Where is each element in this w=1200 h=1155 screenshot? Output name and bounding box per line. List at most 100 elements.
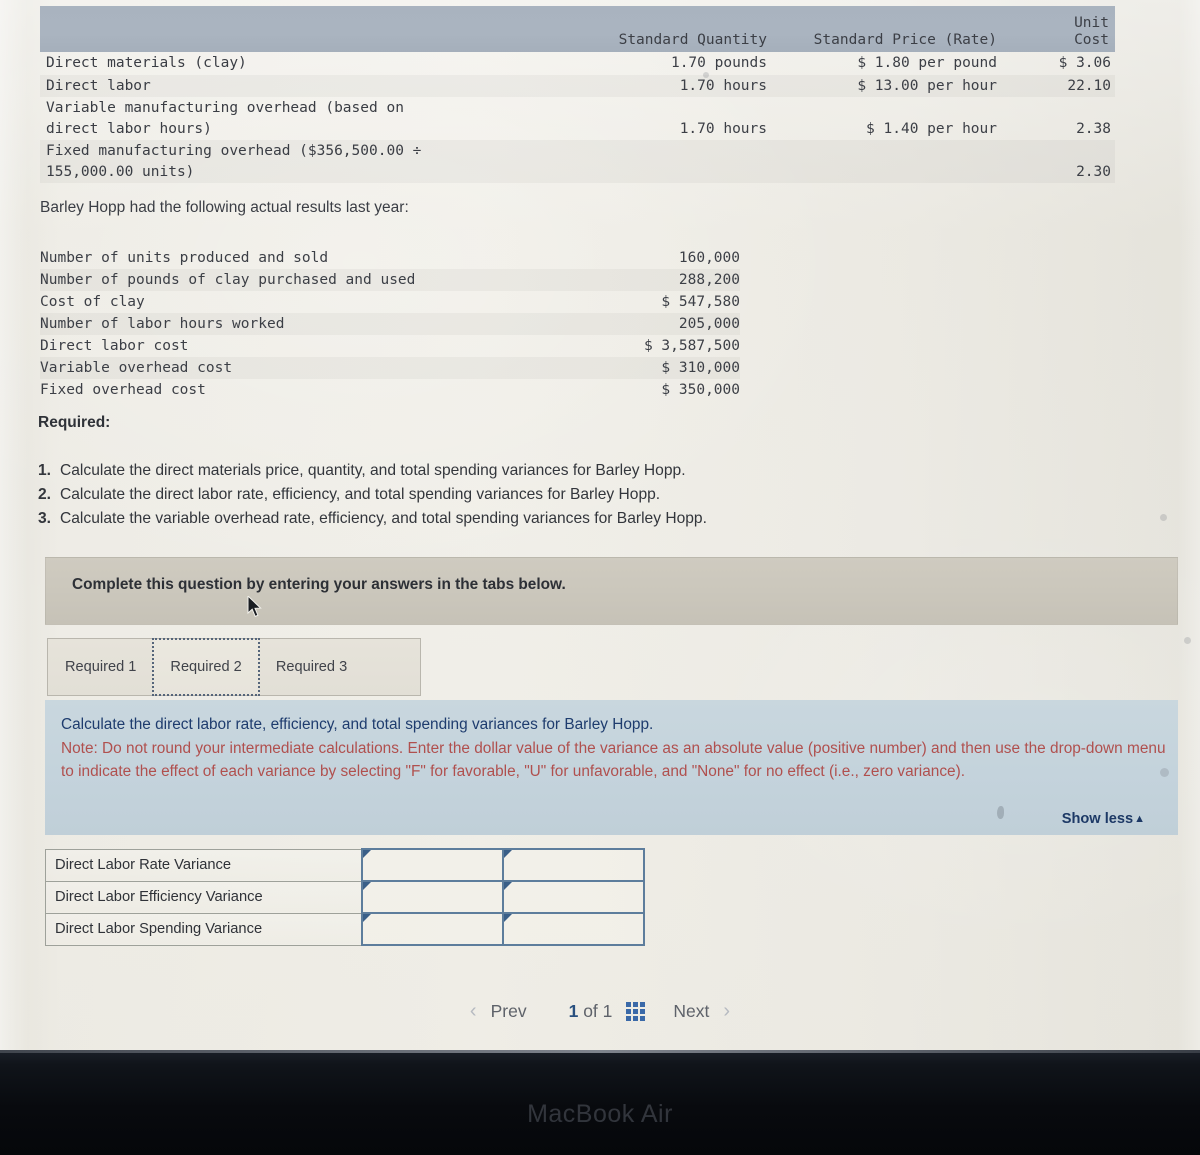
- chevron-right-icon[interactable]: ›: [715, 1000, 738, 1023]
- question-prompt: Calculate the direct labor rate, efficie…: [61, 716, 654, 733]
- row-rate: $ 1.80 per pound: [857, 55, 997, 71]
- row-quantity: [583, 140, 773, 183]
- chevron-left-icon[interactable]: ‹: [462, 1000, 485, 1023]
- row-label: Fixed overhead cost: [40, 382, 206, 398]
- row-label: Number of units produced and sold: [40, 250, 329, 266]
- row-unit-cost: $ 3.06: [1058, 55, 1111, 71]
- row-label: Number of labor hours worked: [40, 313, 550, 335]
- col-header-blank: [40, 6, 583, 52]
- prev-button[interactable]: Prev: [485, 1001, 533, 1022]
- tab-required-3[interactable]: Required 3: [259, 639, 364, 695]
- row-label: Direct materials (clay): [46, 55, 247, 71]
- row-label: Number of pounds of clay purchased and u…: [40, 269, 550, 291]
- item-number: 1.: [38, 462, 52, 479]
- question-note: Note: Do not round your intermediate cal…: [61, 740, 1166, 780]
- instruction-banner-text: Complete this question by entering your …: [72, 576, 566, 593]
- next-button[interactable]: Next: [667, 1001, 715, 1022]
- table-row: Fixed manufacturing overhead ($356,500.0…: [40, 140, 1115, 183]
- instruction-banner: Complete this question by entering your …: [45, 557, 1178, 625]
- list-item: Fixed overhead cost $ 350,000: [40, 379, 740, 401]
- table-row: Variable manufacturing overhead (based o…: [40, 97, 1115, 140]
- tab-label: Required 3: [275, 659, 348, 675]
- variance-effect-select[interactable]: [502, 880, 645, 914]
- row-label: Variable overhead cost: [40, 357, 550, 379]
- variance-effect-select[interactable]: [502, 912, 645, 946]
- required-list: 1. Calculate the direct materials price,…: [38, 459, 998, 531]
- grid-icon[interactable]: [626, 1002, 646, 1021]
- variance-label: Direct Labor Spending Variance: [45, 912, 363, 946]
- variance-amount-input[interactable]: [361, 848, 505, 882]
- table-row: Direct Labor Rate Variance: [45, 848, 645, 882]
- row-rate: $ 13.00 per hour: [773, 75, 1003, 98]
- list-item: 3. Calculate the variable overhead rate,…: [38, 507, 998, 531]
- col-header-standard-quantity: Standard Quantity: [618, 31, 767, 48]
- table-row: Direct Labor Efficiency Variance: [45, 880, 645, 914]
- row-unit-cost: 22.10: [1003, 75, 1115, 98]
- chevron-up-icon: ▲: [1134, 812, 1145, 825]
- row-label: Variable manufacturing overhead (based o…: [46, 100, 404, 137]
- answer-entry-table: Direct Labor Rate Variance Direct Labor …: [45, 848, 645, 946]
- col-header-unit-cost: Unit Cost: [1074, 14, 1109, 48]
- row-label: Fixed manufacturing overhead ($356,500.0…: [40, 140, 583, 183]
- screen-smudge: [997, 806, 1004, 819]
- device-logo: MacBook Air: [527, 1100, 673, 1128]
- show-less-label: Show less: [1061, 811, 1134, 827]
- row-label: Cost of clay: [40, 294, 145, 310]
- standard-cost-table: Standard Quantity Standard Price (Rate) …: [40, 6, 1115, 183]
- item-number: 3.: [38, 510, 52, 528]
- row-rate: [773, 140, 1003, 183]
- tabstrip: Required 1 Required 2 Required 3: [47, 638, 421, 696]
- list-item: 1. Calculate the direct materials price,…: [38, 459, 998, 483]
- row-value: $ 350,000: [661, 382, 740, 398]
- row-unit-cost: 2.30: [1003, 140, 1115, 183]
- actual-results-intro: Barley Hopp had the following actual res…: [40, 199, 409, 216]
- item-number: 2.: [38, 486, 52, 504]
- show-less-button[interactable]: Show less ▲: [1062, 811, 1145, 827]
- row-quantity: 1.70 hours: [583, 75, 773, 98]
- mouse-cursor-icon: [247, 596, 262, 618]
- row-label: Direct labor cost: [40, 338, 189, 354]
- list-item: 2. Calculate the direct labor rate, effi…: [38, 483, 998, 507]
- list-item: Variable overhead cost $ 310,000: [40, 357, 740, 379]
- of-label: of: [583, 1001, 598, 1021]
- row-value: $ 547,580: [661, 294, 740, 310]
- row-value: 288,200: [550, 269, 740, 291]
- row-rate: $ 1.40 per hour: [866, 120, 997, 137]
- variance-effect-select[interactable]: [502, 848, 645, 882]
- item-text: Calculate the variable overhead rate, ef…: [60, 510, 707, 528]
- row-unit-cost: 2.38: [1076, 120, 1111, 137]
- variance-label: Direct Labor Rate Variance: [45, 848, 363, 882]
- variance-label: Direct Labor Efficiency Variance: [45, 880, 363, 914]
- tab-label: Required 1: [65, 659, 137, 675]
- list-item: Cost of clay $ 547,580: [40, 291, 740, 313]
- table-row: Direct labor 1.70 hours $ 13.00 per hour…: [40, 75, 1115, 98]
- actual-results-table: Number of units produced and sold 160,00…: [40, 247, 740, 401]
- tab-label: Required 2: [170, 659, 242, 675]
- total-pages: 1: [602, 1001, 613, 1021]
- row-value: $ 3,587,500: [643, 338, 740, 354]
- item-text: Calculate the direct labor rate, efficie…: [60, 486, 661, 504]
- row-quantity: 1.70 hours: [679, 120, 767, 137]
- col-header-standard-price: Standard Price (Rate): [813, 31, 997, 48]
- variance-amount-input[interactable]: [361, 912, 505, 946]
- required-heading: Required:: [38, 414, 111, 431]
- tab-required-2[interactable]: Required 2: [152, 638, 260, 696]
- table-header-row: Standard Quantity Standard Price (Rate) …: [40, 6, 1115, 52]
- row-value: 160,000: [678, 250, 740, 266]
- laptop-bezel: MacBook Air: [0, 1050, 1200, 1155]
- page-indicator: 1 of 1: [533, 1001, 627, 1022]
- row-quantity: 1.70 pounds: [670, 55, 767, 71]
- variance-amount-input[interactable]: [361, 880, 505, 914]
- list-item: Number of pounds of clay purchased and u…: [40, 269, 740, 291]
- question-info-panel: Calculate the direct labor rate, efficie…: [45, 700, 1178, 835]
- list-item: Number of units produced and sold 160,00…: [40, 247, 740, 269]
- row-label: Direct labor: [40, 75, 583, 98]
- pagination-bar: ‹ Prev 1 of 1 Next ›: [0, 1000, 1200, 1023]
- tab-required-1[interactable]: Required 1: [48, 639, 153, 695]
- row-value: 205,000: [550, 313, 740, 335]
- item-text: Calculate the direct materials price, qu…: [60, 462, 686, 479]
- list-item: Number of labor hours worked 205,000: [40, 313, 740, 335]
- table-row: Direct Labor Spending Variance: [45, 912, 645, 946]
- row-value: $ 310,000: [550, 357, 740, 379]
- current-page: 1: [568, 1001, 579, 1021]
